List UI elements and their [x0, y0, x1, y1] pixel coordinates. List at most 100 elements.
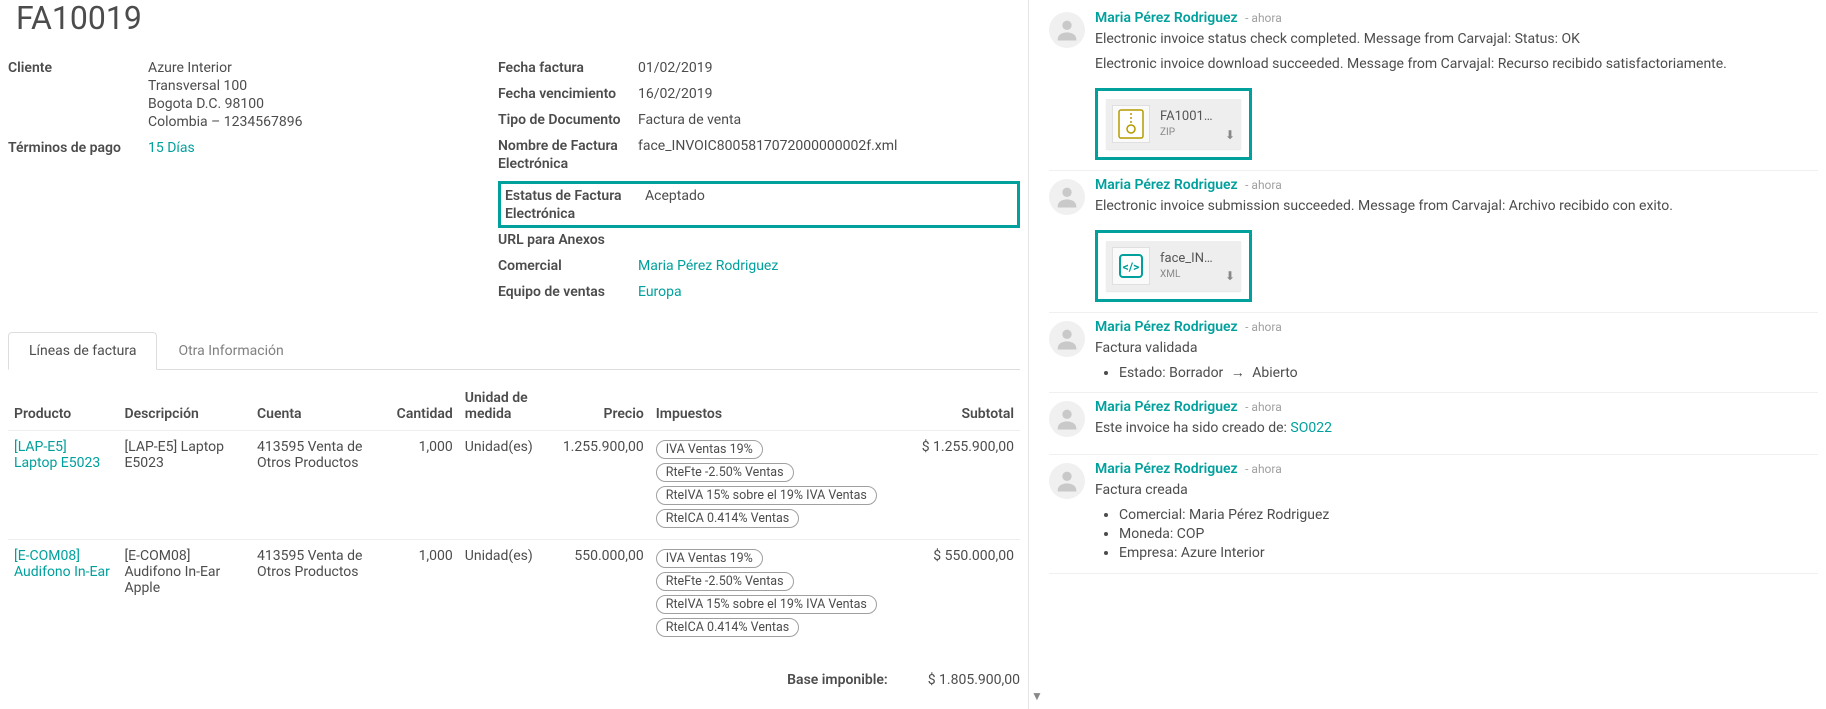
- line-taxes: IVA Ventas 19% RteFte -2.50% Ventas RteIVA…: [650, 540, 910, 649]
- attachment[interactable]: </> face_INVOI… XML ⬇: [1106, 241, 1241, 291]
- field-equipo-ventas: Equipo de ventas Europa: [498, 282, 1020, 302]
- person-icon: [1053, 183, 1081, 211]
- col-unidad: Unidad de medida: [459, 384, 547, 431]
- field-estatus-factura-electronica: Estatus de Factura Electrónica Aceptado: [505, 186, 1013, 223]
- tax-tag[interactable]: IVA Ventas 19%: [656, 549, 763, 568]
- line-product[interactable]: [E-COM08] Audifono In-Ear: [8, 540, 118, 649]
- attachment-type: ZIP: [1160, 126, 1215, 140]
- avatar: [1049, 321, 1085, 357]
- tax-tag[interactable]: RteFte -2.50% Ventas: [656, 572, 794, 591]
- list-item: Empresa: Azure Interior: [1119, 544, 1818, 563]
- person-icon: [1053, 16, 1081, 44]
- message-author[interactable]: Maria Pérez Rodriguez: [1095, 399, 1238, 415]
- fecha-value: 01/02/2019: [638, 58, 1020, 76]
- attachment-name: face_INVOI…: [1160, 250, 1215, 268]
- tax-tag[interactable]: IVA Ventas 19%: [656, 440, 763, 459]
- message-time: - ahora: [1245, 11, 1282, 25]
- col-cantidad: Cantidad: [384, 384, 459, 431]
- message: Maria Pérez Rodriguez - ahora Este invoi…: [1049, 393, 1818, 455]
- venc-value: 16/02/2019: [638, 84, 1020, 102]
- svg-text:</>: </>: [1123, 260, 1140, 274]
- tabs: Líneas de factura Otra Información: [8, 332, 1020, 370]
- chatter-sidebar: Maria Pérez Rodriguez - ahora Electronic…: [1028, 0, 1826, 709]
- source-order-link[interactable]: SO022: [1290, 420, 1332, 436]
- message-time: - ahora: [1245, 400, 1282, 414]
- message-author[interactable]: Maria Pérez Rodriguez: [1095, 177, 1238, 193]
- equipo-value-link[interactable]: Europa: [638, 282, 1020, 300]
- tax-tag[interactable]: RteICA 0.414% Ventas: [656, 509, 799, 528]
- line-taxes: IVA Ventas 19% RteFte -2.50% Ventas RteIVA…: [650, 431, 910, 540]
- line-price: 1.255.900,00: [547, 431, 650, 540]
- tax-tag[interactable]: RteIVA 15% sobre el 19% IVA Ventas: [656, 595, 877, 614]
- attachment-highlight: FA10019.zip ZIP ⬇: [1095, 88, 1252, 160]
- tax-tag[interactable]: RteFte -2.50% Ventas: [656, 463, 794, 482]
- tipo-label: Tipo de Documento: [498, 110, 638, 128]
- line-subtotal: $ 1.255.900,00: [909, 431, 1020, 540]
- table-row[interactable]: [E-COM08] Audifono In-Ear [E-COM08] Audi…: [8, 540, 1020, 649]
- message-text: Electronic invoice download succeeded. M…: [1095, 55, 1818, 74]
- line-price: 550.000,00: [547, 540, 650, 649]
- attachment-name: FA10019.zip: [1160, 108, 1215, 126]
- download-icon[interactable]: ⬇: [1225, 268, 1235, 284]
- cliente-addr2: Bogota D.C. 98100: [148, 96, 498, 112]
- table-row[interactable]: [LAP-E5] Laptop E5023 [LAP-E5] Laptop E5…: [8, 431, 1020, 540]
- attachment-highlight: </> face_INVOI… XML ⬇: [1095, 230, 1252, 302]
- list-item: Comercial: Maria Pérez Rodriguez: [1119, 506, 1818, 525]
- avatar: [1049, 463, 1085, 499]
- message-text: Electronic invoice status check complete…: [1095, 30, 1818, 49]
- line-unit: Unidad(es): [459, 431, 547, 540]
- list-item: Moneda: COP: [1119, 525, 1818, 544]
- comercial-value-link[interactable]: Maria Pérez Rodriguez: [638, 256, 1020, 274]
- line-account: 413595 Venta de Otros Productos: [251, 431, 384, 540]
- nombre-value: face_INVOIC8005817072000000002f.xml: [638, 136, 1020, 154]
- avatar: [1049, 179, 1085, 215]
- line-account: 413595 Venta de Otros Productos: [251, 540, 384, 649]
- estatus-label: Estatus de Factura Electrónica: [505, 186, 645, 223]
- message: Maria Pérez Rodriguez - ahora Factura cr…: [1049, 455, 1818, 574]
- url-anexos-placeholder: URL para Anexos: [498, 230, 638, 248]
- xml-icon: </>: [1112, 247, 1150, 285]
- arrow-right-icon: →: [1231, 365, 1245, 381]
- message-time: - ahora: [1245, 178, 1282, 192]
- field-tipo-documento: Tipo de Documento Factura de venta: [498, 110, 1020, 130]
- message-time: - ahora: [1245, 462, 1282, 476]
- estatus-highlight: Estatus de Factura Electrónica Aceptado: [498, 181, 1020, 228]
- cliente-name-link[interactable]: Azure Interior: [148, 60, 498, 76]
- message: Maria Pérez Rodriguez - ahora Electronic…: [1049, 4, 1818, 171]
- field-terminos: Términos de pago 15 Días: [8, 138, 498, 158]
- person-icon: [1053, 467, 1081, 495]
- tax-tag[interactable]: RteICA 0.414% Ventas: [656, 618, 799, 637]
- field-cliente: Cliente Azure Interior Transversal 100 B…: [8, 58, 498, 132]
- terminos-label: Términos de pago: [8, 138, 148, 156]
- nombre-label: Nombre de Factura Electrónica: [498, 136, 638, 173]
- message-author[interactable]: Maria Pérez Rodriguez: [1095, 461, 1238, 477]
- tab-lineas[interactable]: Líneas de factura: [8, 332, 157, 370]
- page-title: FA10019: [16, 0, 1020, 36]
- estatus-value: Aceptado: [645, 186, 1013, 204]
- line-product[interactable]: [LAP-E5] Laptop E5023: [8, 431, 118, 540]
- tipo-value: Factura de venta: [638, 110, 1020, 128]
- line-subtotal: $ 550.000,00: [909, 540, 1020, 649]
- attachment[interactable]: FA10019.zip ZIP ⬇: [1106, 99, 1241, 149]
- tab-otra-informacion[interactable]: Otra Información: [157, 332, 304, 370]
- avatar: [1049, 401, 1085, 437]
- col-cuenta: Cuenta: [251, 384, 384, 431]
- message-author[interactable]: Maria Pérez Rodriguez: [1095, 10, 1238, 26]
- person-icon: [1053, 405, 1081, 433]
- download-icon[interactable]: ⬇: [1225, 127, 1235, 143]
- field-url-anexos: URL para Anexos: [498, 230, 1020, 250]
- equipo-label: Equipo de ventas: [498, 282, 638, 300]
- col-impuestos: Impuestos: [650, 384, 910, 431]
- comercial-label: Comercial: [498, 256, 638, 274]
- terminos-value-link[interactable]: 15 Días: [148, 138, 498, 156]
- message-author[interactable]: Maria Pérez Rodriguez: [1095, 319, 1238, 335]
- invoice-lines-table: Producto Descripción Cuenta Cantidad Uni…: [8, 384, 1020, 648]
- col-producto: Producto: [8, 384, 118, 431]
- cliente-addr3: Colombia – 1234567896: [148, 114, 498, 130]
- message-text: Este invoice ha sido creado de: SO022: [1095, 419, 1818, 438]
- tax-tag[interactable]: RteIVA 15% sobre el 19% IVA Ventas: [656, 486, 877, 505]
- col-subtotal: Subtotal: [909, 384, 1020, 431]
- scroll-down-icon[interactable]: ▼: [1031, 689, 1043, 703]
- line-quantity: 1,000: [384, 540, 459, 649]
- line-description: [LAP-E5] Laptop E5023: [118, 431, 251, 540]
